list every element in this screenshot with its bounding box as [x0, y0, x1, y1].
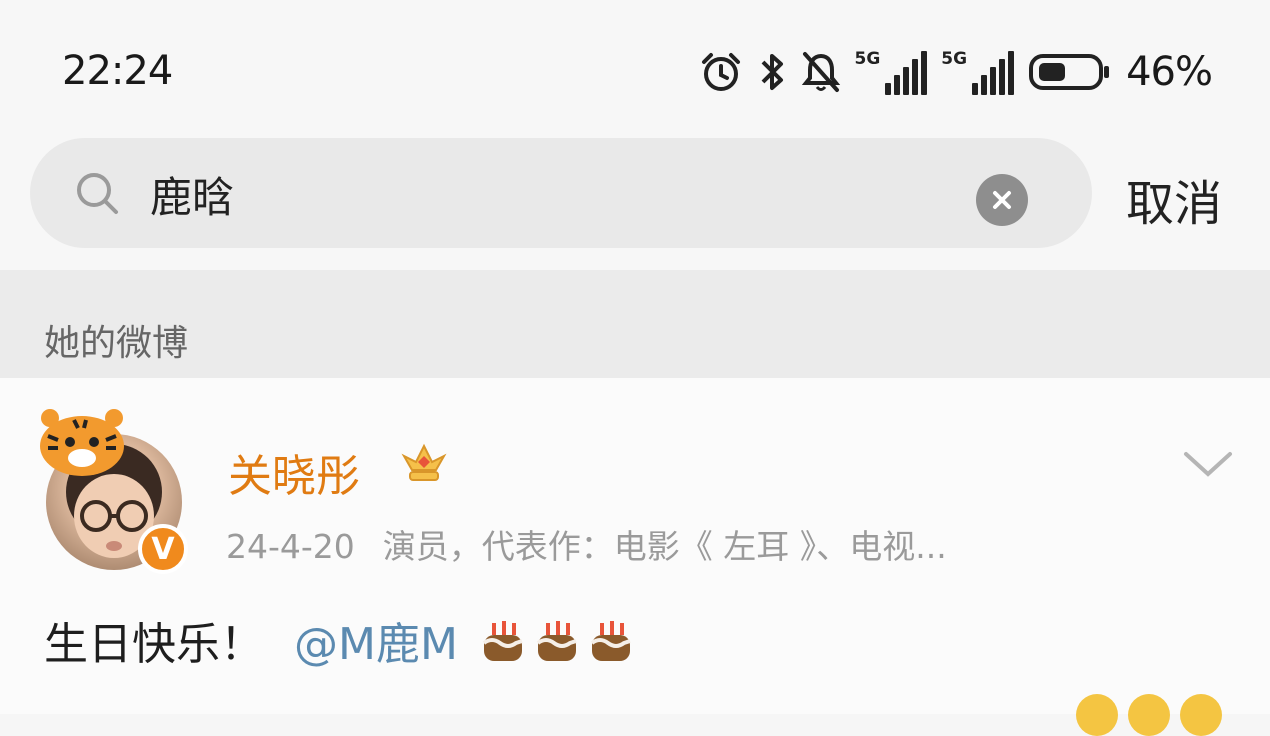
cake-emojis [478, 615, 636, 665]
search-bar-row: 取消 [0, 130, 1270, 270]
mute-bell-icon [801, 50, 841, 94]
post-card[interactable]: V 关晓彤 24-4-20 演员，代表作：电影《 左耳 》、电视... 生日快乐！… [0, 378, 1270, 736]
bluetooth-icon [757, 50, 787, 94]
clear-search-button[interactable] [976, 174, 1028, 226]
mention-link[interactable]: @M鹿M [294, 608, 458, 672]
battery-percent: 46% [1126, 49, 1213, 95]
battery-icon [1028, 50, 1112, 94]
post-date: 24-4-20 [226, 527, 355, 566]
post-text: 生日快乐！ [44, 619, 264, 670]
post-description: 演员，代表作：电影《 左耳 》、电视... [382, 527, 947, 566]
close-icon [993, 191, 1011, 209]
search-input[interactable] [148, 158, 972, 230]
crown-icon [398, 436, 450, 492]
section-title: 她的微博 [44, 323, 189, 364]
cake-icon [482, 621, 523, 661]
status-bar: 22:24 5G 5G 46% [0, 0, 1270, 130]
avatar[interactable]: V [30, 402, 200, 574]
signal-5g-icon: 5G [855, 49, 928, 95]
cake-icon [590, 621, 631, 661]
verified-badge-icon: V [138, 524, 188, 574]
status-time: 22:24 [62, 48, 173, 94]
chevron-down-icon[interactable] [1182, 448, 1234, 484]
alarm-icon [699, 50, 743, 94]
post-username[interactable]: 关晓彤 [228, 440, 360, 504]
cake-icon [536, 621, 577, 661]
emoji-icon [1180, 694, 1222, 736]
emoji-icon [1128, 694, 1170, 736]
partial-emojis [1076, 694, 1222, 736]
section-header: 她的微博 [0, 270, 1270, 378]
emoji-icon [1076, 694, 1118, 736]
search-box[interactable] [30, 138, 1092, 248]
post-meta: 24-4-20 演员，代表作：电影《 左耳 》、电视... [226, 520, 947, 568]
cancel-button[interactable]: 取消 [1126, 164, 1222, 234]
search-icon [74, 170, 122, 222]
signal-5g-icon: 5G [941, 49, 1015, 95]
post-content: 生日快乐！ @M鹿M [44, 608, 636, 672]
tiger-decoration-icon [34, 402, 130, 480]
status-icons: 5G 5G 46% [699, 44, 1213, 100]
